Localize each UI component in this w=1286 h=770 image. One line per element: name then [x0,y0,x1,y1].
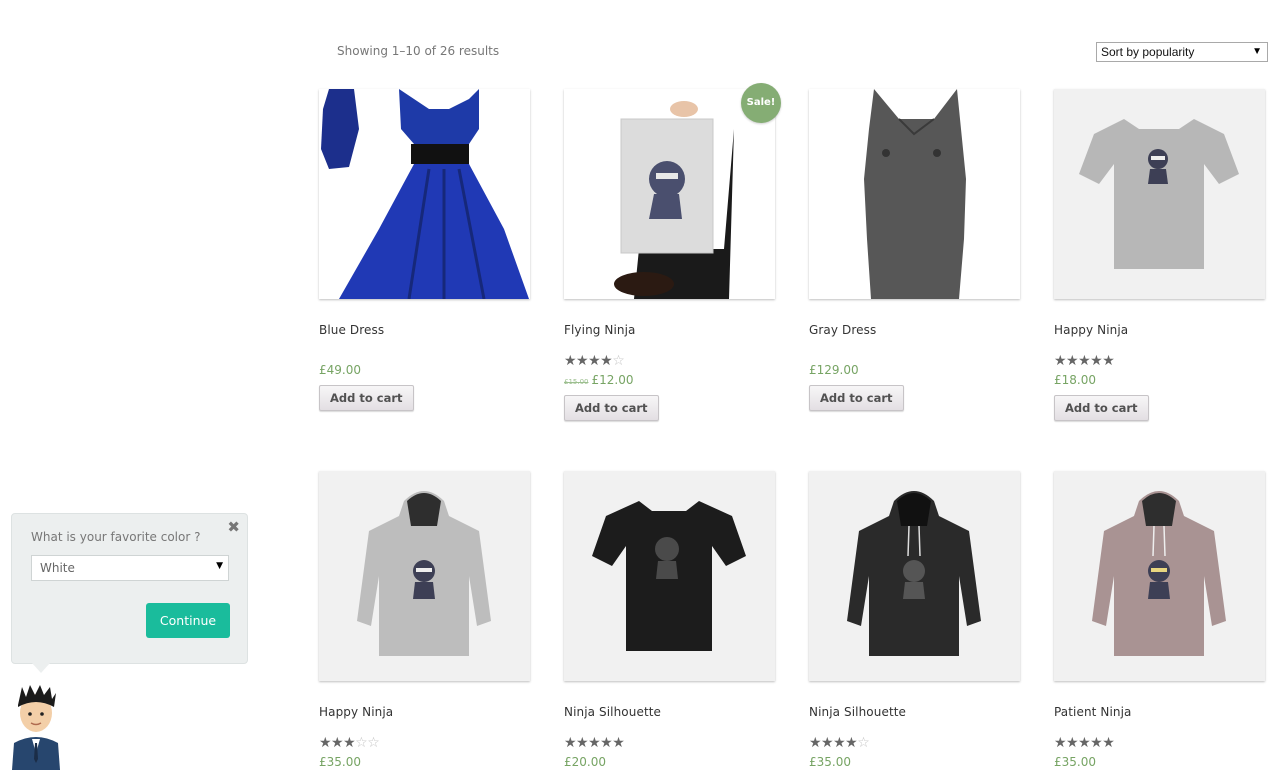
product-title[interactable]: Ninja Silhouette [809,705,1020,723]
chat-question: What is your favorite color ? [31,530,201,544]
product-card: Patient Ninja ★★★★★ £35.00 [1054,471,1265,770]
product-price: £49.00 [319,363,361,377]
star-rating: ★★★★★ [1054,353,1115,369]
product-title[interactable]: Blue Dress [319,323,530,341]
chat-widget: ✖ What is your favorite color ? White ▼ … [11,513,248,673]
sale-badge: Sale! [741,83,781,123]
product-title[interactable]: Flying Ninja [564,323,775,341]
add-to-cart-button[interactable]: Add to cart [1054,395,1149,421]
product-image-happy-ninja-hoodie[interactable] [319,471,530,681]
color-select-value: White [40,561,75,575]
product-image-blue-dress[interactable] [319,89,530,299]
product-price: £20.00 [564,755,606,769]
avatar[interactable] [8,683,64,770]
product-card: Happy Ninja ★★★☆☆ £35.00 [319,471,530,770]
continue-button[interactable]: Continue [146,603,230,638]
product-title[interactable]: Happy Ninja [319,705,530,723]
product-title[interactable]: Gray Dress [809,323,1020,341]
star-rating: ★★★☆☆ [319,735,380,751]
product-card: Ninja Silhouette ★★★★☆ £35.00 [809,471,1020,770]
product-sale-price: £12.00 [591,373,634,387]
star-rating: ★★★★☆ [809,735,870,751]
product-card: Gray Dress £129.00 Add to cart [809,89,1020,411]
product-card: Happy Ninja ★★★★★ £18.00 Add to cart [1054,89,1265,421]
result-count: Showing 1–10 of 26 results [337,44,500,58]
product-card: Ninja Silhouette ★★★★★ £20.00 [564,471,775,770]
product-image-patient-ninja-hoodie[interactable] [1054,471,1265,681]
product-card: Blue Dress £49.00 Add to cart [319,89,530,411]
dropdown-arrow-icon: ▼ [216,561,223,571]
product-old-price: £15.00 [564,378,589,386]
product-title[interactable]: Happy Ninja [1054,323,1265,341]
product-image-ninja-silhouette-hoodie[interactable] [809,471,1020,681]
add-to-cart-button[interactable]: Add to cart [319,385,414,411]
product-image-ninja-silhouette-tee[interactable] [564,471,775,681]
close-icon[interactable]: ✖ [227,518,240,536]
product-price: £35.00 [319,755,361,769]
product-price: £18.00 [1054,373,1096,387]
product-title[interactable]: Patient Ninja [1054,705,1265,723]
add-to-cart-button[interactable]: Add to cart [809,385,904,411]
star-rating: ★★★★★ [1054,735,1115,751]
product-image-flying-ninja[interactable] [564,89,775,299]
product-image-happy-ninja-tee[interactable] [1054,89,1265,299]
product-price: £35.00 [1054,755,1096,769]
chat-bubble-tail [32,663,50,673]
product-title[interactable]: Ninja Silhouette [564,705,775,723]
product-price: £15.00 £12.00 [564,373,775,389]
orderby-select[interactable]: Sort by popularity ▼ [1096,42,1268,62]
product-price: £129.00 [809,363,859,377]
product-price: £35.00 [809,755,851,769]
dropdown-arrow-icon: ▼ [1252,46,1262,57]
star-rating: ★★★★★ [564,735,625,751]
color-select[interactable]: White ▼ [31,555,229,581]
star-rating: ★★★★☆ [564,353,625,369]
product-card: Sale! Flying Ninja ★★★★☆ £15.00 £12.00 Ad… [564,83,781,421]
orderby-selected: Sort by popularity [1101,45,1195,59]
add-to-cart-button[interactable]: Add to cart [564,395,659,421]
product-image-gray-dress[interactable] [809,89,1020,299]
